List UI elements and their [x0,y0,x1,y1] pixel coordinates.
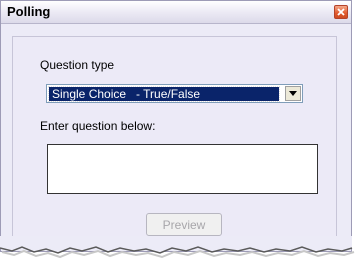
preview-button[interactable]: Preview [146,213,222,236]
torn-edge-decoration [0,236,355,259]
window-title: Polling [7,4,51,19]
question-type-selected-value: Single Choice - True/False [48,86,280,102]
question-input-label: Enter question below: [40,119,156,133]
dropdown-button[interactable] [285,86,301,101]
question-textarea[interactable] [47,144,318,194]
title-bar[interactable]: Polling [1,1,351,24]
close-button[interactable] [334,5,348,19]
chevron-down-icon [289,91,297,96]
question-type-label: Question type [40,58,115,72]
question-type-select[interactable]: Single Choice - True/False [46,84,303,103]
close-icon [337,8,345,16]
